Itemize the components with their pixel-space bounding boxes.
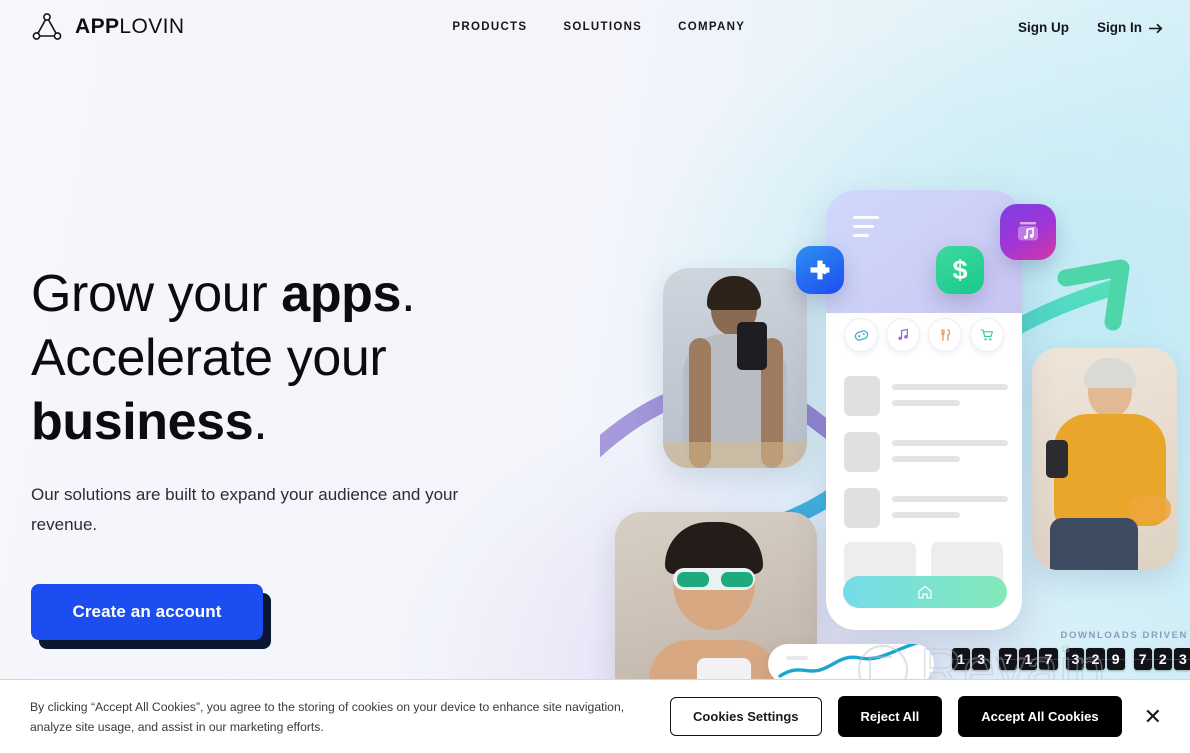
- list-line: [892, 400, 960, 406]
- headline-line1-bold: apps: [281, 265, 402, 323]
- digit-group-gap: [1060, 648, 1065, 670]
- mini-chart-card: [768, 644, 934, 684]
- chart-line-icon: [778, 644, 920, 678]
- downloads-counter: DOWNLOADS DRIVEN 1 3 7 1 7 3 2 9 7 2 3: [951, 630, 1190, 670]
- counter-digit: 3: [972, 648, 991, 670]
- list-line: [892, 512, 960, 518]
- logo[interactable]: APPLOVIN: [31, 12, 184, 42]
- nav-item-solutions[interactable]: SOLUTIONS: [545, 15, 660, 39]
- counter-digit: 1: [951, 648, 971, 670]
- logo-text-bold: APP: [75, 15, 120, 38]
- cookie-banner-text: By clicking “Accept All Cookies”, you ag…: [30, 699, 625, 734]
- food-utensils-icon[interactable]: [928, 318, 962, 352]
- chart-card-label-line: [786, 656, 808, 660]
- list-line: [892, 496, 1008, 502]
- site-header: APPLOVIN PRODUCTS SOLUTIONS COMPANY Sign…: [0, 0, 1190, 54]
- reject-all-button[interactable]: Reject All: [837, 696, 943, 737]
- counter-digit: 3: [1173, 648, 1190, 670]
- phone-home-bar[interactable]: [843, 576, 1007, 608]
- gamepad-icon[interactable]: [844, 318, 878, 352]
- music-app-icon: [1000, 204, 1056, 260]
- headline-line1-end: .: [401, 265, 416, 323]
- music-note-icon[interactable]: [886, 318, 920, 352]
- list-line: [892, 440, 1008, 446]
- cta-wrapper: Create an account: [31, 584, 271, 649]
- cookies-settings-button[interactable]: Cookies Settings: [670, 697, 822, 736]
- sign-in-link[interactable]: Sign In: [1097, 20, 1164, 35]
- create-an-account-button[interactable]: Create an account: [31, 584, 263, 640]
- list-line: [892, 456, 960, 462]
- hero-illustration: $ DOWNLOADS DRIVEN 1 3 7 1 7 3 2 9 7 2 3: [600, 60, 1190, 702]
- close-icon[interactable]: ✕: [1138, 705, 1168, 728]
- phone-list-item: [844, 488, 1008, 532]
- list-thumbnail: [844, 432, 880, 472]
- money-app-icon: $: [936, 246, 984, 294]
- cookie-banner-actions: Cookies Settings Reject All Accept All C…: [670, 696, 1168, 737]
- counter-digit: 3: [1066, 648, 1085, 670]
- auth-navigation: Sign Up Sign In: [1018, 20, 1164, 35]
- counter-digit: 7: [999, 648, 1018, 670]
- list-thumbnail: [844, 488, 880, 528]
- puzzle-app-icon: [796, 246, 844, 294]
- page-title: Grow your apps. Accelerate your business…: [31, 262, 551, 454]
- headline-line1-light: Grow your: [31, 265, 282, 323]
- applovin-triangle-logo-icon: [31, 12, 63, 42]
- hero-copy: Grow your apps. Accelerate your business…: [31, 262, 551, 649]
- phone-header: [826, 190, 1022, 313]
- dollar-sign-icon: $: [952, 254, 968, 285]
- sign-up-label: Sign Up: [1018, 19, 1069, 35]
- headline-line3-bold: business: [31, 393, 254, 451]
- hamburger-menu-icon[interactable]: [853, 216, 879, 243]
- counter-digit: 1: [1019, 648, 1038, 670]
- photo-man-with-phone: [663, 268, 807, 468]
- sign-in-label: Sign In: [1097, 19, 1142, 35]
- nav-item-products[interactable]: PRODUCTS: [434, 15, 545, 39]
- downloads-digits: 1 3 7 1 7 3 2 9 7 2 3: [951, 648, 1190, 670]
- digit-group-gap: [1127, 648, 1132, 670]
- sign-up-link[interactable]: Sign Up: [1018, 20, 1069, 35]
- counter-digit: 7: [1039, 648, 1058, 670]
- headline-line3-end: .: [253, 393, 268, 451]
- list-line: [892, 384, 1008, 390]
- main-navigation: PRODUCTS SOLUTIONS COMPANY: [434, 15, 763, 39]
- phone-list-item: [844, 376, 1008, 420]
- digit-group-gap: [992, 648, 997, 670]
- nav-item-company[interactable]: COMPANY: [660, 15, 763, 39]
- downloads-label: DOWNLOADS DRIVEN: [1060, 630, 1188, 641]
- phone-category-row: [826, 318, 1022, 352]
- hero-subheading: Our solutions are built to expand your a…: [31, 485, 459, 534]
- phone-mockup: [826, 190, 1022, 630]
- logo-text: APPLOVIN: [75, 15, 184, 39]
- arrow-right-icon: [1148, 22, 1164, 33]
- counter-digit: 2: [1086, 648, 1105, 670]
- home-icon: [918, 585, 932, 599]
- shopping-cart-icon[interactable]: [970, 318, 1004, 352]
- logo-text-light: LOVIN: [119, 15, 185, 38]
- cookie-consent-banner: By clicking “Accept All Cookies”, you ag…: [0, 679, 1190, 753]
- list-thumbnail: [844, 376, 880, 416]
- accept-all-cookies-button[interactable]: Accept All Cookies: [958, 696, 1122, 737]
- headline-line2-light: Accelerate your: [31, 329, 387, 387]
- counter-digit: 2: [1153, 648, 1173, 670]
- counter-digit: 9: [1106, 648, 1125, 670]
- photo-woman-in-sweater: [1032, 348, 1177, 570]
- phone-list-item: [844, 432, 1008, 476]
- counter-digit: 7: [1133, 648, 1152, 670]
